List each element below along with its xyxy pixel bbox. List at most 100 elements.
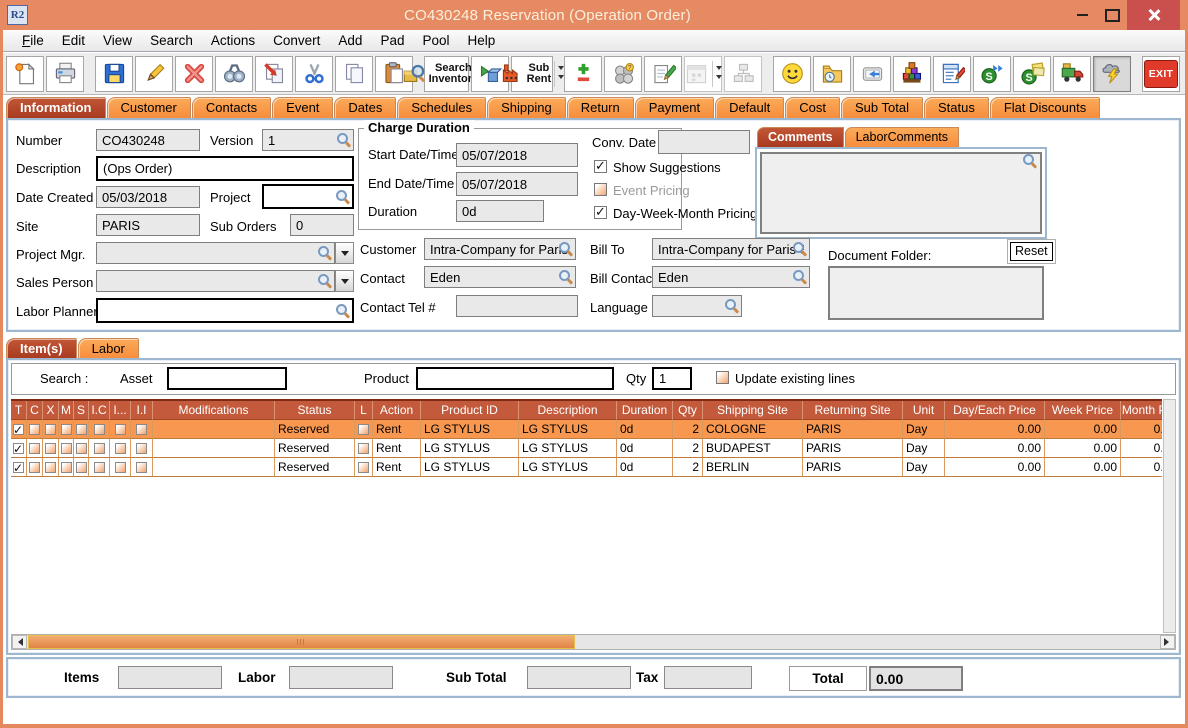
column-header-s[interactable]: S [74, 401, 89, 420]
menu-search[interactable]: Search [141, 30, 202, 51]
project-mgr-dropdown-button[interactable] [335, 242, 354, 264]
table-row-1[interactable]: ReservedRentLG STYLUSLG STYLUS0d2COLOGNE… [11, 420, 1162, 439]
cell-description[interactable]: LG STYLUS [519, 458, 617, 477]
cell-week_price[interactable]: 0.00 [1045, 458, 1121, 477]
cell-t[interactable] [11, 420, 27, 439]
cell-qty[interactable]: 2 [673, 420, 703, 439]
cell-action[interactable]: Rent [373, 439, 421, 458]
menu-view[interactable]: View [94, 30, 141, 51]
row-checkbox-idot[interactable] [114, 423, 126, 435]
column-header-unit[interactable]: Unit [903, 401, 945, 420]
cell-l[interactable] [355, 420, 373, 439]
cell-product_id[interactable]: LG STYLUS [421, 439, 519, 458]
cell-t[interactable] [11, 458, 27, 477]
start-date-field[interactable]: 05/07/2018 [456, 143, 578, 167]
close-button[interactable] [1127, 0, 1180, 30]
bill-contact-lookup-icon[interactable] [793, 270, 807, 284]
project-mgr-lookup-icon[interactable] [318, 246, 332, 260]
scroll-right-button[interactable] [1160, 635, 1175, 649]
cell-returning_site[interactable]: PARIS [803, 458, 903, 477]
cell-action[interactable]: Rent [373, 420, 421, 439]
end-date-field[interactable]: 05/07/2018 [456, 172, 578, 196]
cell-modifications[interactable] [153, 439, 275, 458]
description-field[interactable]: (Ops Order) [96, 156, 354, 181]
cell-idot[interactable] [110, 458, 131, 477]
tab-laborcomments[interactable]: LaborComments [844, 127, 959, 147]
cell-duration[interactable]: 0d [617, 458, 673, 477]
row-checkbox-c[interactable] [29, 442, 40, 454]
site-field[interactable]: PARIS [96, 214, 200, 236]
conv-date-field[interactable] [658, 130, 750, 154]
column-header-t[interactable]: T [11, 401, 27, 420]
cell-unit[interactable]: Day [903, 439, 945, 458]
row-checkbox-x[interactable] [45, 442, 56, 454]
project-mgr-field[interactable] [96, 242, 335, 264]
cell-ii[interactable] [131, 439, 153, 458]
cell-product_id[interactable]: LG STYLUS [421, 458, 519, 477]
sales-person-dropdown-button[interactable] [335, 270, 354, 292]
cell-qty[interactable]: 2 [673, 458, 703, 477]
reset-button[interactable]: Reset [1010, 242, 1053, 261]
row-checkbox-ii[interactable] [136, 461, 147, 473]
documents-folder-button[interactable] [813, 55, 851, 92]
sub-rent-dropdown-icon[interactable] [554, 60, 565, 87]
cell-x[interactable] [43, 458, 59, 477]
tab-schedules[interactable]: Schedules [397, 97, 487, 118]
sales-person-field[interactable] [96, 270, 335, 292]
cell-s[interactable] [74, 439, 89, 458]
cell-duration[interactable]: 0d [617, 420, 673, 439]
print-button[interactable] [46, 55, 84, 92]
table-row-3[interactable]: ReservedRentLG STYLUSLG STYLUS0d2BERLINP… [11, 458, 1162, 477]
cell-x[interactable] [43, 439, 59, 458]
sales-notes-button[interactable]: S [1013, 55, 1051, 92]
menu-help[interactable]: Help [459, 30, 505, 51]
send-key-button[interactable] [853, 55, 891, 92]
cell-shipping_site[interactable]: COLOGNE [703, 420, 803, 439]
column-header-c[interactable]: C [27, 401, 43, 420]
table-row-2[interactable]: ReservedRentLG STYLUSLG STYLUS0d2BUDAPES… [11, 439, 1162, 458]
contact-lookup-icon[interactable] [559, 270, 573, 284]
cell-week_price[interactable]: 0.00 [1045, 420, 1121, 439]
menu-pool[interactable]: Pool [413, 30, 458, 51]
cell-ic[interactable] [89, 420, 110, 439]
qty-input[interactable]: 1 [652, 367, 692, 390]
scroll-left-button[interactable] [12, 635, 27, 649]
cell-returning_site[interactable]: PARIS [803, 420, 903, 439]
tab-default[interactable]: Default [715, 97, 785, 118]
column-header-modifications[interactable]: Modifications [153, 401, 275, 420]
cell-modifications[interactable] [153, 458, 275, 477]
cell-s[interactable] [74, 420, 89, 439]
column-header-day_each_price[interactable]: Day/Each Price [945, 401, 1045, 420]
row-checkbox-ic[interactable] [93, 461, 105, 473]
cell-month_price[interactable]: 0.00 [1121, 439, 1162, 458]
cell-month_price[interactable]: 0.00 [1121, 420, 1162, 439]
smiley-status-button[interactable] [773, 55, 811, 92]
project-lookup-icon[interactable] [336, 189, 350, 204]
cell-shipping_site[interactable]: BERLIN [703, 458, 803, 477]
row-checkbox-t[interactable] [13, 440, 24, 457]
quick-flash-button[interactable] [1093, 55, 1131, 92]
cell-c[interactable] [27, 458, 43, 477]
row-checkbox-l[interactable] [358, 461, 369, 473]
cell-ii[interactable] [131, 458, 153, 477]
cell-status[interactable]: Reserved [275, 439, 355, 458]
event-pricing-checkbox[interactable] [594, 183, 607, 196]
row-checkbox-c[interactable] [29, 461, 40, 473]
tab-payment[interactable]: Payment [634, 97, 715, 118]
cell-ic[interactable] [89, 439, 110, 458]
notes-button[interactable] [644, 55, 682, 92]
sales-person-lookup-icon[interactable] [318, 274, 332, 288]
row-checkbox-ii[interactable] [136, 423, 147, 435]
cell-modifications[interactable] [153, 420, 275, 439]
menu-file[interactable]: File [13, 30, 53, 51]
row-checkbox-c[interactable] [29, 423, 40, 435]
column-header-qty[interactable]: Qty [673, 401, 703, 420]
column-header-status[interactable]: Status [275, 401, 355, 420]
menu-edit[interactable]: Edit [53, 30, 94, 51]
minimize-button[interactable] [1067, 0, 1097, 30]
cell-m[interactable] [59, 458, 74, 477]
delete-button[interactable] [175, 55, 213, 92]
row-checkbox-m[interactable] [60, 442, 72, 454]
menu-pad[interactable]: Pad [371, 30, 413, 51]
comments-lookup-icon[interactable] [1023, 154, 1037, 168]
